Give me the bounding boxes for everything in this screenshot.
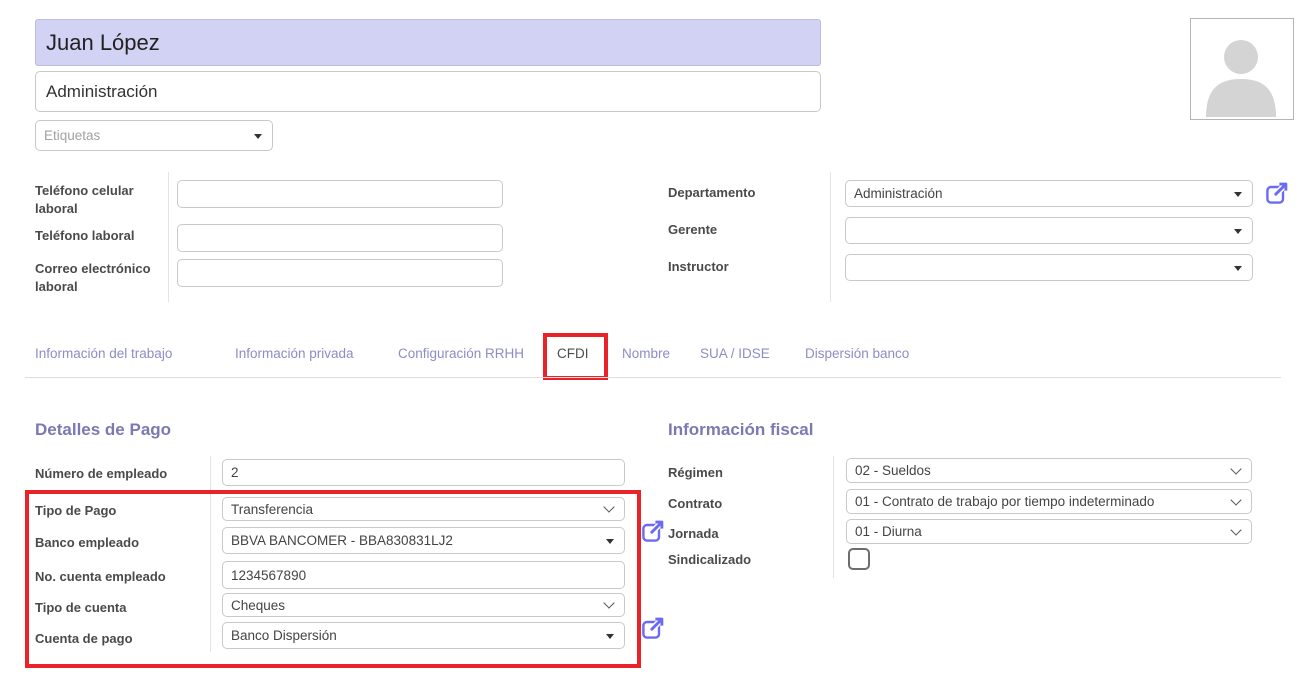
work-phone-label: Teléfono laboral bbox=[35, 227, 175, 245]
coach-label: Instructor bbox=[668, 258, 729, 276]
field-separator bbox=[833, 456, 834, 578]
payment-type-value: Transferencia bbox=[231, 502, 313, 517]
coach-dropdown[interactable] bbox=[845, 254, 1253, 281]
jornada-select[interactable]: 01 - Diurna bbox=[846, 519, 1252, 544]
department-value: Administración bbox=[854, 186, 943, 201]
manager-dropdown[interactable] bbox=[845, 217, 1253, 244]
chevron-down-icon bbox=[606, 539, 614, 544]
payment-account-label: Cuenta de pago bbox=[35, 630, 133, 648]
contrato-value: 01 - Contrato de trabajo por tiempo inde… bbox=[855, 494, 1154, 509]
employee-bank-value: BBVA BANCOMER - BBA830831LJ2 bbox=[231, 533, 453, 548]
select-chevron-icon bbox=[603, 501, 614, 512]
payment-section-title: Detalles de Pago bbox=[35, 420, 171, 440]
contrato-label: Contrato bbox=[668, 495, 722, 513]
account-type-label: Tipo de cuenta bbox=[35, 599, 127, 617]
external-link-icon[interactable] bbox=[641, 519, 665, 543]
tags-dropdown[interactable]: Etiquetas bbox=[35, 120, 273, 151]
chevron-down-icon bbox=[1234, 229, 1242, 234]
tab-nombre[interactable]: Nombre bbox=[622, 346, 670, 361]
employee-number-input[interactable] bbox=[222, 459, 625, 486]
regimen-select[interactable]: 02 - Sueldos bbox=[846, 458, 1252, 483]
select-chevron-icon bbox=[1230, 463, 1241, 474]
employee-bank-label: Banco empleado bbox=[35, 534, 139, 552]
employee-account-label: No. cuenta empleado bbox=[35, 568, 166, 586]
field-separator bbox=[210, 456, 211, 652]
sindicalizado-label: Sindicalizado bbox=[668, 551, 751, 569]
payment-type-label: Tipo de Pago bbox=[35, 502, 116, 520]
account-type-select[interactable]: Cheques bbox=[222, 593, 625, 617]
sindicalizado-checkbox[interactable] bbox=[848, 548, 870, 570]
tab-cfdi[interactable]: CFDI bbox=[557, 346, 589, 361]
tab-informacion-privada[interactable]: Información privada bbox=[235, 346, 354, 361]
job-title-input[interactable] bbox=[35, 71, 821, 112]
jornada-label: Jornada bbox=[668, 525, 719, 543]
mobile-phone-label: Teléfono celular laboral bbox=[35, 182, 157, 218]
work-email-label: Correo electrónico laboral bbox=[35, 260, 165, 296]
payment-account-value: Banco Dispersión bbox=[231, 628, 337, 643]
manager-label: Gerente bbox=[668, 221, 717, 239]
tab-dispersion-banco[interactable]: Dispersión banco bbox=[805, 346, 909, 361]
chevron-down-icon bbox=[606, 634, 614, 639]
contrato-select[interactable]: 01 - Contrato de trabajo por tiempo inde… bbox=[846, 489, 1252, 514]
employee-account-input[interactable] bbox=[222, 561, 625, 589]
jornada-value: 01 - Diurna bbox=[855, 524, 922, 539]
regimen-value: 02 - Sueldos bbox=[855, 463, 931, 478]
tags-placeholder: Etiquetas bbox=[44, 128, 100, 143]
employee-bank-dropdown[interactable]: BBVA BANCOMER - BBA830831LJ2 bbox=[222, 527, 625, 554]
work-email-input[interactable] bbox=[177, 259, 503, 287]
payment-type-select[interactable]: Transferencia bbox=[222, 497, 625, 521]
person-silhouette-icon bbox=[1191, 19, 1291, 117]
account-type-value: Cheques bbox=[231, 598, 285, 613]
select-chevron-icon bbox=[603, 597, 614, 608]
external-link-icon[interactable] bbox=[641, 616, 665, 640]
field-separator bbox=[830, 172, 831, 302]
chevron-down-icon bbox=[254, 134, 262, 139]
chevron-down-icon bbox=[1234, 266, 1242, 271]
regimen-label: Régimen bbox=[668, 464, 723, 482]
employee-avatar[interactable] bbox=[1190, 18, 1294, 120]
select-chevron-icon bbox=[1230, 524, 1241, 535]
chevron-down-icon bbox=[1234, 192, 1242, 197]
tab-configuracion-rrhh[interactable]: Configuración RRHH bbox=[398, 346, 524, 361]
department-dropdown[interactable]: Administración bbox=[845, 180, 1253, 207]
select-chevron-icon bbox=[1230, 494, 1241, 505]
tab-sua-idse[interactable]: SUA / IDSE bbox=[700, 346, 770, 361]
employee-form-page: Etiquetas Teléfono celular laboral Teléf… bbox=[0, 0, 1306, 677]
fiscal-section-title: Información fiscal bbox=[668, 420, 813, 440]
work-phone-input[interactable] bbox=[177, 224, 503, 252]
mobile-phone-input[interactable] bbox=[177, 180, 503, 208]
tab-informacion-del-trabajo[interactable]: Información del trabajo bbox=[35, 346, 172, 361]
department-label: Departamento bbox=[668, 184, 755, 202]
payment-account-dropdown[interactable]: Banco Dispersión bbox=[222, 622, 625, 649]
employee-number-label: Número de empleado bbox=[35, 465, 167, 483]
external-link-icon[interactable] bbox=[1265, 181, 1289, 205]
tabs-underline bbox=[25, 377, 1281, 378]
employee-name-input[interactable] bbox=[35, 19, 821, 66]
